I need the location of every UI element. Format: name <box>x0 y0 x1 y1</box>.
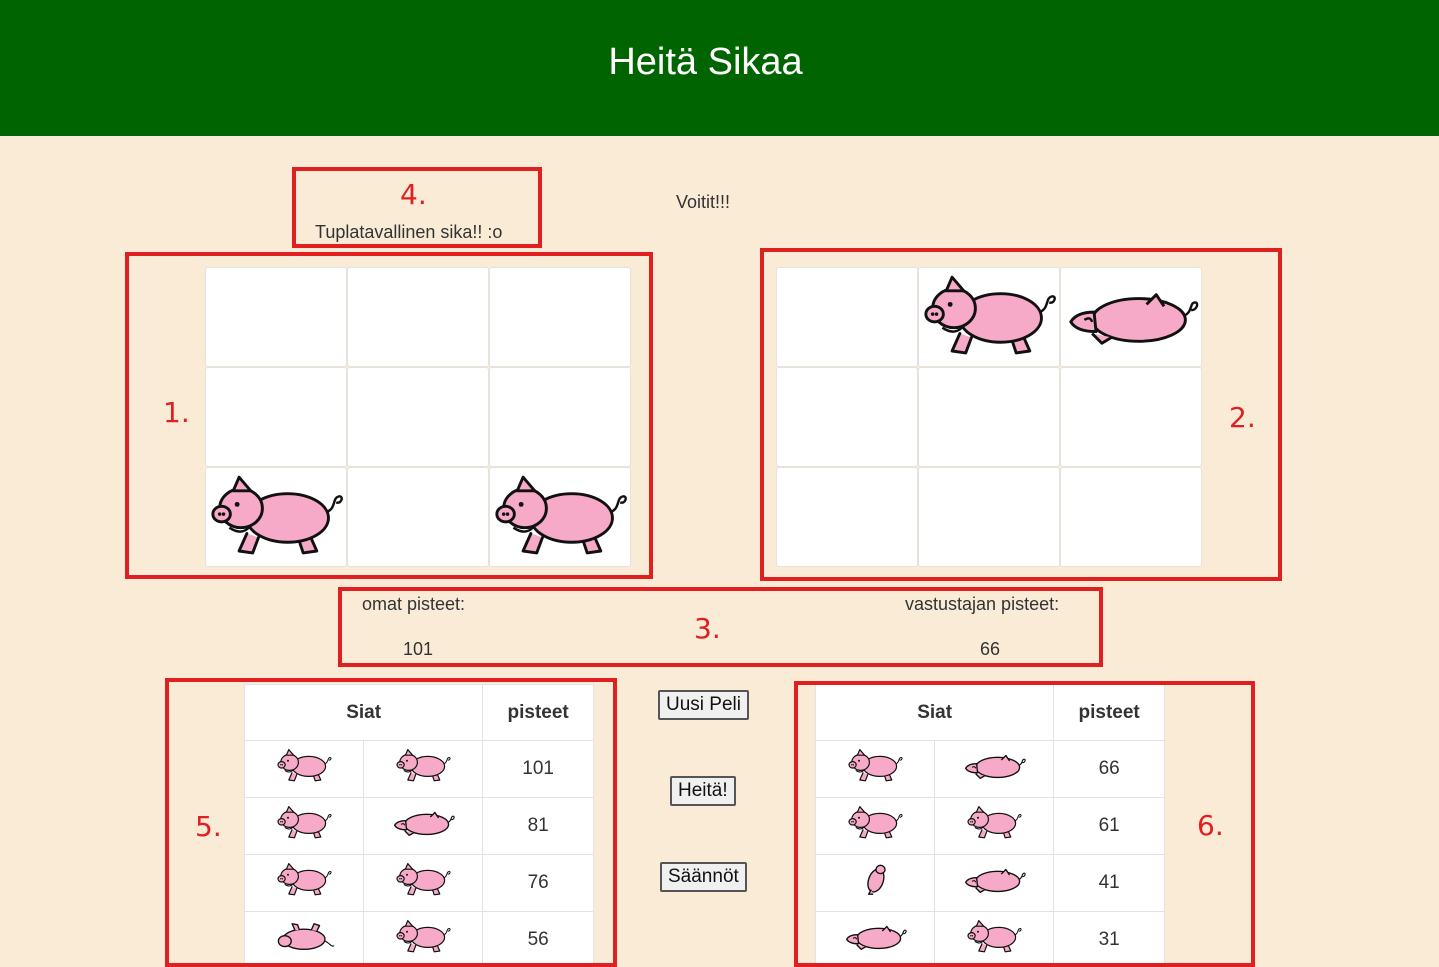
pig-cell <box>815 911 935 967</box>
board-cell <box>1060 467 1202 567</box>
board-cell <box>776 367 918 467</box>
table-row: 81 <box>244 797 594 855</box>
pig-cell <box>933 797 1055 855</box>
table-row: 41 <box>815 854 1165 912</box>
pig-side-icon <box>391 919 455 961</box>
points-cell: 66 <box>1053 740 1165 798</box>
annotation-label-6: 6. <box>1197 809 1224 842</box>
annotation-label-2: 2. <box>1229 401 1256 434</box>
pig-cell <box>244 740 364 798</box>
own-score-label: omat pisteet: <box>362 594 466 614</box>
pig-back-icon <box>962 748 1026 790</box>
pig-back-icon <box>843 919 907 961</box>
table-header-row: Siat pisteet <box>814 684 1165 741</box>
player-board <box>205 267 631 567</box>
rules-button[interactable]: Säännöt <box>660 862 747 892</box>
board-cell <box>776 467 918 567</box>
pigs-column-header: Siat <box>243 684 484 741</box>
board-cell <box>347 267 489 367</box>
board-cell <box>205 467 347 567</box>
pig-cell <box>244 911 364 967</box>
pig-back-icon <box>391 805 455 847</box>
annotation-label-4: 4. <box>400 178 427 211</box>
board-cell <box>918 467 1060 567</box>
board-cell <box>489 267 631 367</box>
pig-cell <box>933 854 1055 912</box>
pig-side-icon <box>391 862 455 904</box>
points-column-header: pisteet <box>1053 684 1165 741</box>
board-cell <box>1060 367 1202 467</box>
table-row: 101 <box>244 740 594 798</box>
table-header-row: Siat pisteet <box>243 684 594 741</box>
pig-back-icon <box>1063 273 1199 361</box>
pig-cell <box>362 854 484 912</box>
table-row: 76 <box>244 854 594 912</box>
pig-side-icon <box>272 862 336 904</box>
points-column-header: pisteet <box>482 684 594 741</box>
pig-cell <box>244 854 364 912</box>
pig-side-icon <box>921 273 1057 361</box>
points-cell: 101 <box>482 740 594 798</box>
table-row: 56 <box>244 911 594 967</box>
points-cell: 76 <box>482 854 594 912</box>
points-cell: 81 <box>482 797 594 855</box>
pig-side-icon <box>962 919 1026 961</box>
pig-side-icon <box>272 748 336 790</box>
points-cell: 61 <box>1053 797 1165 855</box>
pig-cell <box>362 911 484 967</box>
board-cell <box>347 467 489 567</box>
annotation-label-1: 1. <box>163 396 190 429</box>
own-score-value: 101 <box>403 639 434 659</box>
pig-side-icon <box>843 805 907 847</box>
opponent-history-table: Siat pisteet 66 61 41 31 <box>814 684 1165 967</box>
pig-cell <box>815 797 935 855</box>
opponent-score-value: 66 <box>980 639 1001 659</box>
pig-back-icon <box>962 862 1026 904</box>
board-cell <box>489 367 631 467</box>
pig-side-icon <box>272 805 336 847</box>
table-row: 66 <box>815 740 1165 798</box>
pig-cell <box>933 911 1055 967</box>
board-cell <box>1060 267 1202 367</box>
pig-cell <box>815 740 935 798</box>
annotation-label-5: 5. <box>195 810 222 843</box>
pig-cell <box>815 854 935 912</box>
pig-side-icon <box>208 473 344 561</box>
board-cell <box>489 467 631 567</box>
board-cell <box>347 367 489 467</box>
pigs-column-header: Siat <box>814 684 1055 741</box>
opponent-board <box>776 267 1202 567</box>
annotation-label-3: 3. <box>694 612 721 645</box>
points-cell: 41 <box>1053 854 1165 912</box>
board-cell <box>918 367 1060 467</box>
throw-button[interactable]: Heitä! <box>670 776 736 806</box>
pig-side-icon <box>962 805 1026 847</box>
roll-message: Tuplatavallinen sika!! :o <box>315 222 503 242</box>
page-title: Heitä Sikaa <box>608 40 803 83</box>
pig-side-icon <box>391 748 455 790</box>
points-cell: 56 <box>482 911 594 967</box>
result-message: Voitit!!! <box>676 192 731 212</box>
new-game-button[interactable]: Uusi Peli <box>658 690 749 720</box>
table-row: 61 <box>815 797 1165 855</box>
table-row: 31 <box>815 911 1165 967</box>
player-history-table: Siat pisteet 101 81 76 56 <box>243 684 594 967</box>
pig-cell <box>362 797 484 855</box>
pig-side-icon <box>492 473 628 561</box>
points-cell: 31 <box>1053 911 1165 967</box>
board-cell <box>776 267 918 367</box>
pig-stand-icon <box>843 862 907 904</box>
opponent-score-label: vastustajan pisteet: <box>905 594 1060 614</box>
board-cell <box>205 267 347 367</box>
pig-cell <box>362 740 484 798</box>
pig-cell <box>244 797 364 855</box>
pig-cell <box>933 740 1055 798</box>
board-cell <box>918 267 1060 367</box>
pig-upside-icon <box>272 919 336 961</box>
pig-side-icon <box>843 748 907 790</box>
board-cell <box>205 367 347 467</box>
app-header: Heitä Sikaa <box>0 0 1439 136</box>
